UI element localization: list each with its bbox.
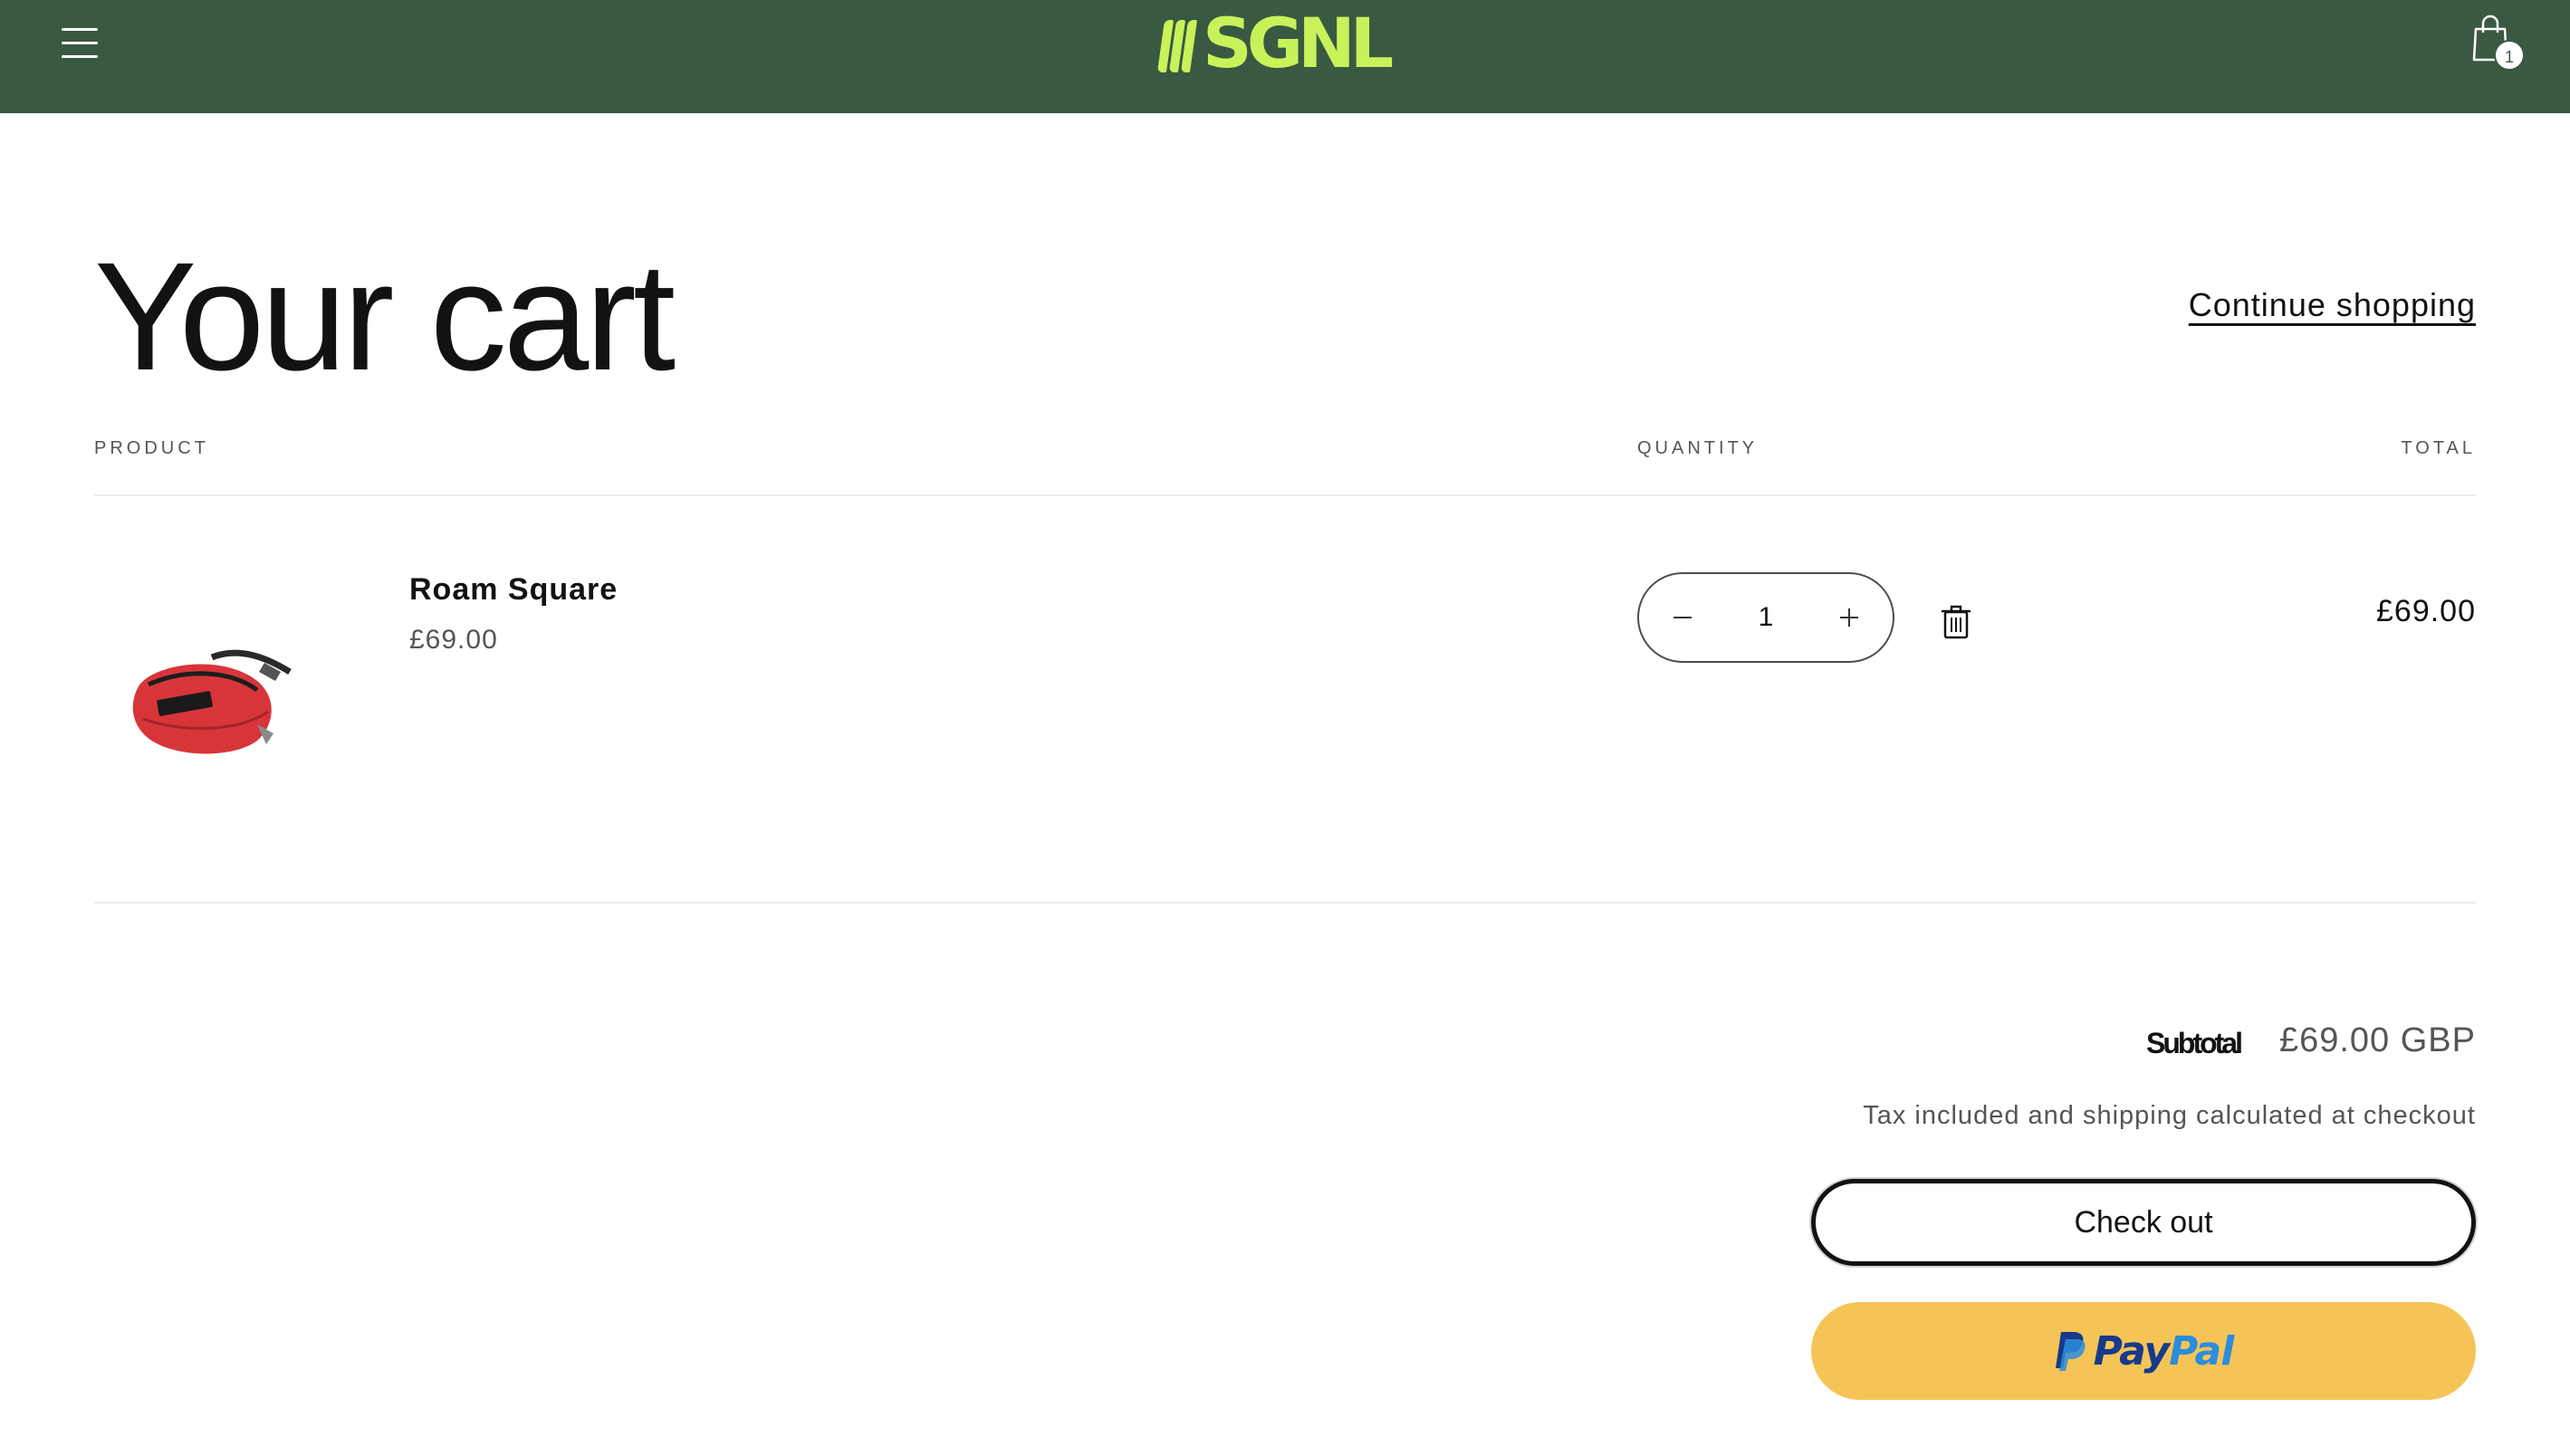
paypal-button[interactable]: Pay Pal: [1811, 1302, 2476, 1400]
product-image[interactable]: [121, 625, 312, 770]
paypal-wordmark-pal: Pal: [2169, 1327, 2234, 1375]
minus-icon: [1673, 617, 1692, 618]
continue-shopping-link[interactable]: Continue shopping: [2189, 286, 2476, 324]
cart-count-badge: 1: [2494, 40, 2525, 71]
quantity-increase-button[interactable]: [1806, 574, 1893, 661]
cart-button[interactable]: 1: [2469, 13, 2525, 71]
checkout-button[interactable]: Check out: [1811, 1179, 2476, 1266]
hamburger-menu-icon[interactable]: [58, 24, 101, 63]
brand-logo[interactable]: SGNL: [1156, 3, 1413, 83]
subtotal-value: £69.00 GBP: [2278, 1021, 2476, 1059]
quantity-input[interactable]: [1726, 592, 1806, 643]
column-header-product: PRODUCT: [94, 438, 209, 458]
site-header: SGNL 1: [0, 0, 2570, 113]
brand-name: SGNL: [1203, 3, 1394, 83]
column-header-quantity: QUANTITY: [1637, 438, 1759, 458]
subtotal-label: Subtotal: [2146, 1027, 2243, 1059]
product-name[interactable]: Roam Square: [409, 572, 618, 608]
paypal-wordmark-pay: Pay: [2093, 1327, 2170, 1375]
line-item-total: £69.00: [2376, 594, 2476, 628]
product-unit-price: £69.00: [409, 625, 498, 655]
trash-icon[interactable]: [1940, 603, 1972, 639]
items-divider: [94, 902, 2476, 904]
paypal-logo-icon: [2055, 1332, 2086, 1371]
column-header-total: TOTAL: [2401, 438, 2476, 458]
quantity-stepper: [1637, 572, 1894, 663]
header-divider: [94, 494, 2476, 496]
plus-icon: [1840, 608, 1858, 627]
page-title: Your cart: [94, 231, 676, 403]
logo-signal-bars-icon: [1156, 14, 1199, 72]
tax-shipping-note: Tax included and shipping calculated at …: [1863, 1101, 2476, 1130]
quantity-decrease-button[interactable]: [1639, 574, 1726, 661]
